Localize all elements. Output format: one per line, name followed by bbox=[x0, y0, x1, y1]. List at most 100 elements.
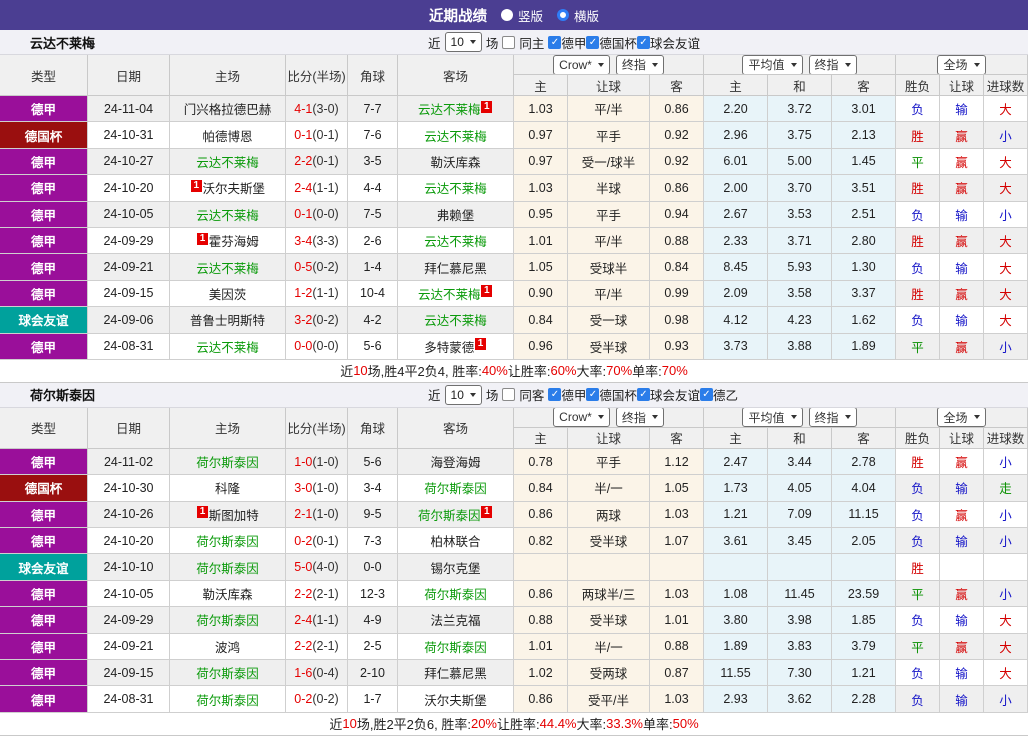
avg-home: 4.12 bbox=[704, 307, 768, 334]
handicap-line: 平手 bbox=[568, 448, 650, 476]
score-fulltime: 0-2 bbox=[294, 533, 313, 548]
scope-group-header: 全场 bbox=[896, 55, 1028, 75]
avg-time-select[interactable]: 终指 bbox=[808, 55, 857, 74]
result-handicap: 赢 bbox=[940, 333, 984, 360]
result-wdl: 胜 bbox=[896, 448, 940, 476]
summary-segment: 大率: bbox=[576, 364, 607, 380]
odds-source-select[interactable]: Crow* bbox=[553, 407, 610, 427]
score: 2-2 (0-1) bbox=[286, 148, 348, 176]
league-checkbox[interactable]: ✓ bbox=[548, 35, 562, 49]
table-row: 德甲 24-09-15 荷尔斯泰因 1-6 (0-4) 2-10 拜仁慕尼黑 1.02 受两球 0… bbox=[0, 660, 1028, 687]
same-venue-checkbox[interactable] bbox=[502, 35, 516, 49]
away-team-name: 云达不莱梅 bbox=[424, 235, 487, 250]
result-handicap: 输 bbox=[940, 686, 984, 713]
league-checkbox[interactable]: ✓ bbox=[586, 35, 600, 49]
avg-away: 2.05 bbox=[832, 528, 896, 555]
table-row: 德国杯 24-10-31 帕德博恩 0-1 (0-1) 7-6 云达不莱梅 0.97 平手 0.9… bbox=[0, 122, 1028, 149]
odds-home: 0.78 bbox=[514, 448, 568, 476]
same-venue-checkbox[interactable] bbox=[502, 388, 516, 402]
chevron-down-icon bbox=[790, 415, 797, 420]
subcol-result-wdl: 胜负 bbox=[896, 427, 940, 448]
home-team-name: 荷尔斯泰因 bbox=[196, 535, 259, 550]
league-label: 德国杯 bbox=[599, 36, 637, 51]
avg-select[interactable]: 平均值 bbox=[742, 55, 803, 74]
odds-away: 0.87 bbox=[650, 660, 704, 687]
red-card-badge: 1 bbox=[197, 506, 208, 519]
radio-vertical-layout[interactable]: 竖版 bbox=[500, 6, 543, 25]
odds-time-value: 终指 bbox=[621, 58, 646, 72]
radio-horizontal-icon[interactable] bbox=[557, 9, 569, 21]
red-card-badge: 1 bbox=[197, 232, 208, 245]
table-row: 德甲 24-10-20 1 沃尔夫斯堡 2-4 (1-1) 4-4 云达不莱梅 1.03 半球 0.… bbox=[0, 175, 1028, 202]
score-fulltime: 0-1 bbox=[294, 128, 313, 143]
avg-home: 1.89 bbox=[704, 633, 768, 661]
avg-select[interactable]: 平均值 bbox=[742, 407, 803, 427]
away-team: 法兰克福 bbox=[398, 607, 514, 634]
match-date: 24-10-05 bbox=[88, 580, 170, 608]
away-team-name: 云达不莱梅 bbox=[424, 314, 487, 329]
avg-draw: 7.09 bbox=[768, 501, 832, 529]
odds-source-select[interactable]: Crow* bbox=[553, 55, 610, 74]
scope-select[interactable]: 全场 bbox=[937, 55, 986, 74]
summary-segment: 40% bbox=[481, 363, 508, 379]
match-count-select[interactable]: 10 bbox=[444, 32, 482, 52]
odds-away: 0.92 bbox=[650, 148, 704, 176]
league-label: 球会友谊 bbox=[649, 389, 700, 404]
odds-away: 1.03 bbox=[650, 580, 704, 608]
avg-time-select[interactable]: 终指 bbox=[808, 407, 857, 427]
avg-away: 4.04 bbox=[832, 475, 896, 502]
avg-away: 2.13 bbox=[832, 122, 896, 149]
type-badge: 德甲 bbox=[0, 96, 88, 123]
odds-home: 0.88 bbox=[514, 607, 568, 634]
league-checkbox[interactable]: ✓ bbox=[636, 35, 650, 49]
match-date: 24-09-06 bbox=[88, 307, 170, 334]
result-goals: 小 bbox=[984, 580, 1028, 608]
type-badge: 德甲 bbox=[0, 528, 88, 555]
home-team: 荷尔斯泰因 bbox=[170, 448, 286, 476]
avg-draw: 4.05 bbox=[768, 475, 832, 502]
avg-home: 3.73 bbox=[704, 333, 768, 360]
corner-count: 2-10 bbox=[348, 660, 398, 687]
radio-vertical-icon[interactable] bbox=[500, 9, 513, 21]
home-team-name: 门兴格拉德巴赫 bbox=[183, 103, 272, 118]
score: 1-0 (1-0) bbox=[286, 448, 348, 476]
league-checkbox[interactable]: ✓ bbox=[548, 388, 562, 402]
league-label: 球会友谊 bbox=[649, 36, 700, 51]
league-checkbox[interactable]: ✓ bbox=[586, 388, 600, 402]
avg-away: 1.89 bbox=[832, 333, 896, 360]
away-team-name: 沃尔夫斯堡 bbox=[424, 693, 487, 708]
corner-count: 7-5 bbox=[348, 201, 398, 228]
avg-away: 3.37 bbox=[832, 280, 896, 308]
odds-home: 1.05 bbox=[514, 254, 568, 281]
radio-horizontal-layout[interactable]: 横版 bbox=[557, 6, 599, 25]
handicap-line: 受半球 bbox=[568, 528, 650, 555]
chevron-down-icon bbox=[469, 392, 476, 397]
odds-time-select[interactable]: 终指 bbox=[615, 55, 664, 74]
league-checkbox[interactable]: ✓ bbox=[699, 388, 713, 402]
table-row: 球会友谊 24-10-10 荷尔斯泰因 5-0 (4-0) 0-0 锡尔克堡胜 bbox=[0, 554, 1028, 581]
result-goals: 大 bbox=[984, 175, 1028, 202]
league-checkbox[interactable]: ✓ bbox=[636, 388, 650, 402]
home-team-name: 云达不莱梅 bbox=[196, 261, 259, 276]
summary-segment: 10 bbox=[342, 716, 357, 732]
avg-home: 1.73 bbox=[704, 475, 768, 502]
score-fulltime: 0-1 bbox=[294, 207, 313, 222]
summary-segment: 20% bbox=[470, 716, 497, 732]
odds-home: 1.03 bbox=[514, 175, 568, 202]
result-goals: 小 bbox=[984, 448, 1028, 476]
results-table: 类型 日期 主场 比分(半场) 角球 客场 Crow* 终指 平均值 终指 全场… bbox=[0, 407, 1028, 736]
away-team-name: 荷尔斯泰因 bbox=[424, 640, 487, 655]
avg-draw: 3.88 bbox=[768, 333, 832, 360]
odds-away: 1.03 bbox=[650, 686, 704, 713]
odds-time-select[interactable]: 终指 bbox=[615, 407, 664, 427]
away-team-name: 云达不莱梅 bbox=[424, 129, 487, 144]
summary-segment: 33.3% bbox=[606, 716, 643, 732]
col-type: 类型 bbox=[0, 55, 88, 95]
match-count-select[interactable]: 10 bbox=[444, 384, 482, 405]
away-team-name: 勒沃库森 bbox=[430, 155, 481, 170]
scope-select[interactable]: 全场 bbox=[937, 407, 986, 427]
home-team-name: 荷尔斯泰因 bbox=[196, 667, 259, 682]
scope-value: 全场 bbox=[943, 410, 968, 425]
corner-count: 4-9 bbox=[348, 607, 398, 634]
handicap-line: 受平/半 bbox=[568, 686, 650, 713]
